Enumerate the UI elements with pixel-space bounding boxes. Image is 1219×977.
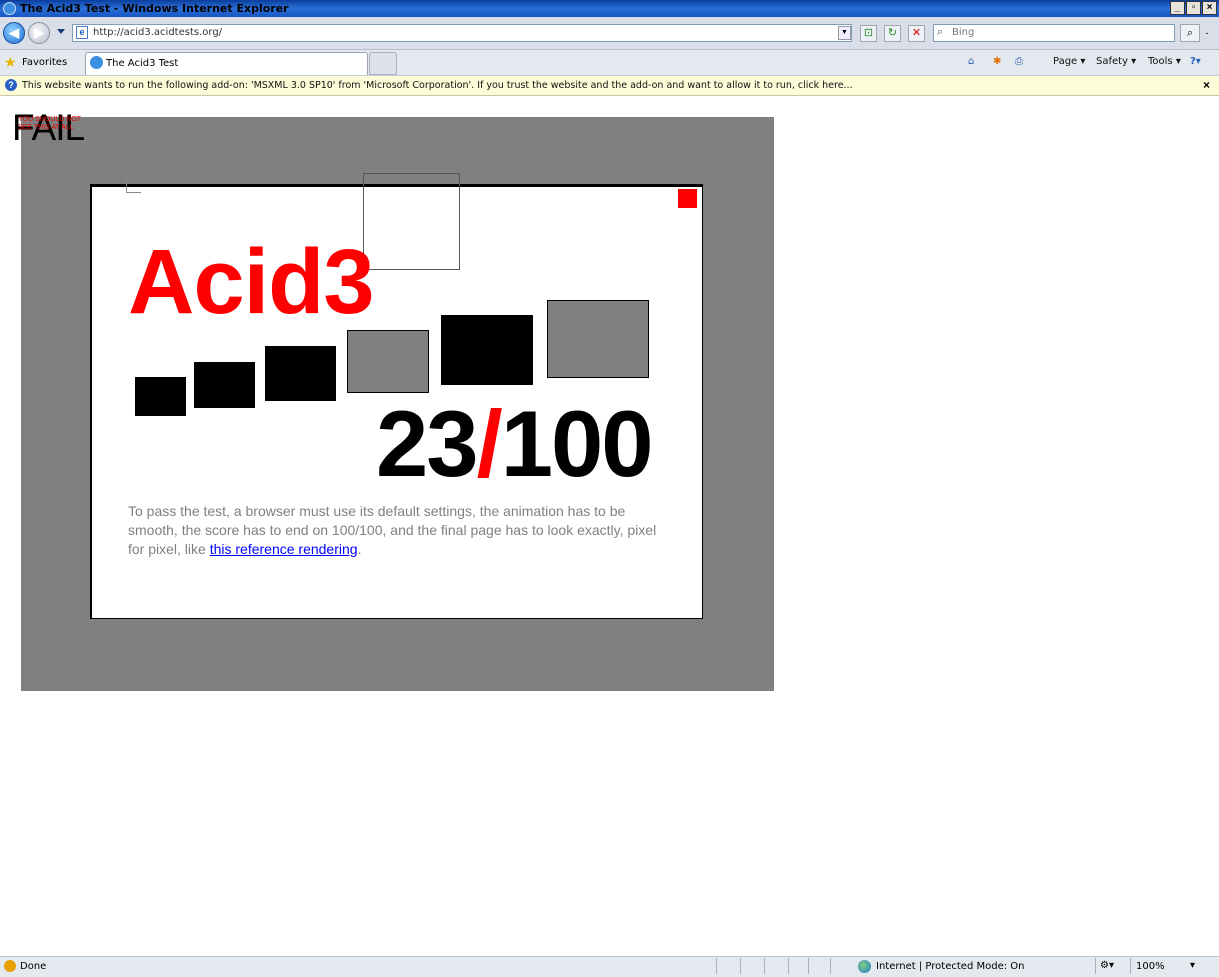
status-divider (808, 958, 809, 974)
favorites-button[interactable]: Favorites (22, 57, 67, 68)
zoom-dropdown-icon[interactable]: ▾ (1190, 960, 1195, 971)
status-divider (740, 958, 741, 974)
test-bucket-4 (347, 330, 429, 393)
change-status-icon[interactable]: ⚙▾ (1100, 960, 1114, 971)
search-icon: ⌕ (937, 26, 944, 38)
test-bucket-3 (265, 346, 336, 401)
test-bucket-2 (194, 362, 255, 408)
address-url[interactable]: http://acid3.acidtests.org/ (93, 27, 222, 38)
score-total: 100 (500, 391, 654, 496)
security-zone[interactable]: Internet | Protected Mode: On (876, 961, 1024, 972)
forward-button[interactable]: ▶ (28, 22, 50, 44)
information-bar-close-button[interactable]: × (1203, 78, 1210, 92)
safety-menu[interactable]: Safety ▾ (1096, 56, 1136, 67)
internet-zone-icon (858, 960, 871, 973)
tab-label[interactable]: The Acid3 Test (106, 58, 178, 69)
page-menu[interactable]: Page ▾ (1053, 56, 1085, 67)
test-bucket-1 (135, 377, 186, 416)
status-divider (764, 958, 765, 974)
search-button[interactable]: ⌕ (1180, 24, 1200, 42)
search-options-dropdown[interactable]: - (1201, 24, 1213, 42)
zoom-level[interactable]: 100% (1136, 961, 1165, 972)
tools-menu[interactable]: Tools ▾ (1148, 56, 1181, 67)
minimize-button[interactable]: _ (1170, 1, 1185, 15)
status-divider (830, 958, 831, 974)
refresh-button[interactable]: ↻ (884, 25, 901, 42)
recent-pages-dropdown[interactable] (57, 29, 65, 34)
page-status-icon (4, 960, 16, 972)
status-divider (1095, 958, 1096, 974)
print-icon[interactable]: ⎙ (1015, 56, 1023, 67)
score-value: 23 (376, 391, 479, 496)
window-title: The Acid3 Test - Windows Internet Explor… (20, 2, 289, 15)
status-text: Done (20, 961, 47, 972)
info-icon: ? (5, 79, 17, 91)
information-bar-text[interactable]: This website wants to run the following … (22, 80, 853, 91)
status-bar (0, 956, 1219, 977)
description-text: To pass the test, a browser must use its… (128, 503, 657, 557)
red-square (678, 189, 697, 208)
status-divider (788, 958, 789, 974)
arrow-right-icon: ▶ (34, 25, 44, 40)
page-icon: e (76, 26, 88, 39)
address-dropdown[interactable]: ▼ (838, 26, 851, 40)
score-slash: / (476, 391, 503, 496)
corner-mark (126, 178, 141, 193)
test-bucket-6 (547, 300, 649, 378)
compatibility-view-button[interactable]: ⊡ (860, 25, 877, 42)
favorites-star-icon[interactable]: ★ (4, 54, 17, 70)
close-button[interactable]: × (1202, 1, 1217, 15)
status-divider (716, 958, 717, 974)
acid3-title: Acid3 (128, 231, 375, 333)
home-icon[interactable]: ⌂ (968, 56, 974, 67)
help-menu[interactable]: ?▾ (1190, 56, 1201, 67)
restore-button[interactable]: ▫ (1186, 1, 1201, 15)
test-description: To pass the test, a browser must use its… (128, 502, 668, 559)
back-button[interactable]: ◀ (3, 22, 25, 44)
status-divider (1130, 958, 1131, 974)
new-tab-button[interactable] (369, 52, 397, 75)
feeds-icon[interactable]: ✱ (993, 56, 1001, 67)
outline-square (363, 173, 460, 270)
stop-button[interactable]: ✕ (908, 25, 925, 42)
hidden-warning-text: YOU SHOULD NOT SEE THIS AT ALL (18, 116, 81, 131)
test-bucket-5 (441, 315, 533, 385)
search-placeholder[interactable]: Bing (952, 27, 974, 38)
ie-logo-icon (3, 2, 16, 15)
ie-page-icon (90, 56, 103, 69)
arrow-left-icon: ◀ (9, 25, 19, 40)
score: 23/100 (376, 391, 654, 496)
reference-rendering-link[interactable]: this reference rendering (210, 541, 358, 557)
description-end: . (357, 541, 362, 557)
